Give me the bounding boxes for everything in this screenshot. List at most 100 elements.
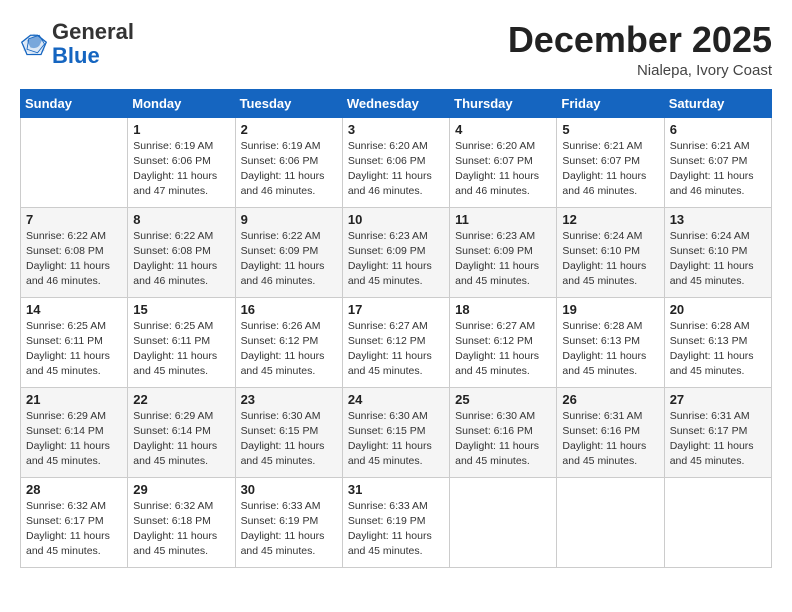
calendar-cell: 2 Sunrise: 6:19 AM Sunset: 6:06 PM Daylig… xyxy=(235,117,342,207)
day-number: 29 xyxy=(133,482,229,497)
logo-blue-text: Blue xyxy=(52,43,100,68)
day-number: 1 xyxy=(133,122,229,137)
weekday-header-thursday: Thursday xyxy=(450,89,557,117)
calendar-cell xyxy=(450,477,557,567)
calendar-cell: 7 Sunrise: 6:22 AM Sunset: 6:08 PM Daylig… xyxy=(21,207,128,297)
day-info: Sunrise: 6:30 AM Sunset: 6:16 PM Dayligh… xyxy=(455,409,551,470)
day-info: Sunrise: 6:21 AM Sunset: 6:07 PM Dayligh… xyxy=(562,139,658,200)
calendar-cell: 16 Sunrise: 6:26 AM Sunset: 6:12 PM Dayli… xyxy=(235,297,342,387)
day-info: Sunrise: 6:31 AM Sunset: 6:16 PM Dayligh… xyxy=(562,409,658,470)
day-info: Sunrise: 6:32 AM Sunset: 6:17 PM Dayligh… xyxy=(26,499,122,560)
day-info: Sunrise: 6:33 AM Sunset: 6:19 PM Dayligh… xyxy=(348,499,444,560)
day-info: Sunrise: 6:22 AM Sunset: 6:08 PM Dayligh… xyxy=(133,229,229,290)
day-number: 18 xyxy=(455,302,551,317)
weekday-header-monday: Monday xyxy=(128,89,235,117)
day-number: 9 xyxy=(241,212,337,227)
day-number: 4 xyxy=(455,122,551,137)
calendar-cell: 3Sunrise: 6:20 AM Sunset: 6:06 PM Daylig… xyxy=(342,117,449,207)
day-number: 25 xyxy=(455,392,551,407)
day-info: Sunrise: 6:27 AM Sunset: 6:12 PM Dayligh… xyxy=(348,319,444,380)
day-info: Sunrise: 6:28 AM Sunset: 6:13 PM Dayligh… xyxy=(562,319,658,380)
calendar-cell: 23 Sunrise: 6:30 AM Sunset: 6:15 PM Dayli… xyxy=(235,387,342,477)
day-info: Sunrise: 6:20 AM Sunset: 6:07 PM Dayligh… xyxy=(455,139,551,200)
day-number: 15 xyxy=(133,302,229,317)
logo-icon xyxy=(20,30,48,58)
calendar-cell: 21 Sunrise: 6:29 AM Sunset: 6:14 PM Dayli… xyxy=(21,387,128,477)
calendar-cell: 30Sunrise: 6:33 AM Sunset: 6:19 PM Dayli… xyxy=(235,477,342,567)
day-info: Sunrise: 6:19 AM Sunset: 6:06 PM Dayligh… xyxy=(241,139,337,200)
day-info: Sunrise: 6:25 AM Sunset: 6:11 PM Dayligh… xyxy=(26,319,122,380)
calendar-cell: 15 Sunrise: 6:25 AM Sunset: 6:11 PM Dayli… xyxy=(128,297,235,387)
calendar-cell: 27 Sunrise: 6:31 AM Sunset: 6:17 PM Dayli… xyxy=(664,387,771,477)
day-number: 14 xyxy=(26,302,122,317)
day-number: 6 xyxy=(670,122,766,137)
calendar-cell: 8Sunrise: 6:22 AM Sunset: 6:08 PM Daylig… xyxy=(128,207,235,297)
day-info: Sunrise: 6:21 AM Sunset: 6:07 PM Dayligh… xyxy=(670,139,766,200)
day-number: 7 xyxy=(26,212,122,227)
day-info: Sunrise: 6:24 AM Sunset: 6:10 PM Dayligh… xyxy=(562,229,658,290)
title-block: December 2025 Nialepa, Ivory Coast xyxy=(508,20,772,79)
calendar-week-row: 28 Sunrise: 6:32 AM Sunset: 6:17 PM Dayli… xyxy=(21,477,772,567)
calendar-cell: 6 Sunrise: 6:21 AM Sunset: 6:07 PM Daylig… xyxy=(664,117,771,207)
month-title: December 2025 xyxy=(508,20,772,60)
logo: General Blue xyxy=(20,20,134,68)
location: Nialepa, Ivory Coast xyxy=(508,62,772,79)
calendar-cell: 14 Sunrise: 6:25 AM Sunset: 6:11 PM Dayli… xyxy=(21,297,128,387)
day-number: 27 xyxy=(670,392,766,407)
day-number: 10 xyxy=(348,212,444,227)
day-info: Sunrise: 6:22 AM Sunset: 6:09 PM Dayligh… xyxy=(241,229,337,290)
day-number: 5 xyxy=(562,122,658,137)
calendar-cell: 5 Sunrise: 6:21 AM Sunset: 6:07 PM Daylig… xyxy=(557,117,664,207)
day-number: 28 xyxy=(26,482,122,497)
day-number: 30 xyxy=(241,482,337,497)
day-number: 11 xyxy=(455,212,551,227)
day-info: Sunrise: 6:32 AM Sunset: 6:18 PM Dayligh… xyxy=(133,499,229,560)
weekday-header-sunday: Sunday xyxy=(21,89,128,117)
day-info: Sunrise: 6:30 AM Sunset: 6:15 PM Dayligh… xyxy=(348,409,444,470)
weekday-header-friday: Friday xyxy=(557,89,664,117)
calendar-cell: 29 Sunrise: 6:32 AM Sunset: 6:18 PM Dayli… xyxy=(128,477,235,567)
day-info: Sunrise: 6:28 AM Sunset: 6:13 PM Dayligh… xyxy=(670,319,766,380)
weekday-header-tuesday: Tuesday xyxy=(235,89,342,117)
weekday-header-saturday: Saturday xyxy=(664,89,771,117)
day-number: 23 xyxy=(241,392,337,407)
day-info: Sunrise: 6:31 AM Sunset: 6:17 PM Dayligh… xyxy=(670,409,766,470)
logo-general-text: General xyxy=(52,19,134,44)
day-info: Sunrise: 6:29 AM Sunset: 6:14 PM Dayligh… xyxy=(133,409,229,470)
calendar-cell: 19Sunrise: 6:28 AM Sunset: 6:13 PM Dayli… xyxy=(557,297,664,387)
calendar-cell: 12 Sunrise: 6:24 AM Sunset: 6:10 PM Dayli… xyxy=(557,207,664,297)
day-number: 13 xyxy=(670,212,766,227)
day-number: 26 xyxy=(562,392,658,407)
day-number: 2 xyxy=(241,122,337,137)
calendar-cell: 13 Sunrise: 6:24 AM Sunset: 6:10 PM Dayli… xyxy=(664,207,771,297)
day-info: Sunrise: 6:29 AM Sunset: 6:14 PM Dayligh… xyxy=(26,409,122,470)
day-number: 31 xyxy=(348,482,444,497)
day-info: Sunrise: 6:27 AM Sunset: 6:12 PM Dayligh… xyxy=(455,319,551,380)
day-info: Sunrise: 6:26 AM Sunset: 6:12 PM Dayligh… xyxy=(241,319,337,380)
calendar-cell: 18 Sunrise: 6:27 AM Sunset: 6:12 PM Dayli… xyxy=(450,297,557,387)
day-info: Sunrise: 6:22 AM Sunset: 6:08 PM Dayligh… xyxy=(26,229,122,290)
day-info: Sunrise: 6:23 AM Sunset: 6:09 PM Dayligh… xyxy=(348,229,444,290)
day-number: 24 xyxy=(348,392,444,407)
calendar-cell xyxy=(21,117,128,207)
calendar-cell: 25 Sunrise: 6:30 AM Sunset: 6:16 PM Dayli… xyxy=(450,387,557,477)
calendar-cell: 24 Sunrise: 6:30 AM Sunset: 6:15 PM Dayli… xyxy=(342,387,449,477)
day-info: Sunrise: 6:25 AM Sunset: 6:11 PM Dayligh… xyxy=(133,319,229,380)
day-number: 17 xyxy=(348,302,444,317)
weekday-header-wednesday: Wednesday xyxy=(342,89,449,117)
day-number: 12 xyxy=(562,212,658,227)
calendar-cell: 22Sunrise: 6:29 AM Sunset: 6:14 PM Dayli… xyxy=(128,387,235,477)
day-number: 20 xyxy=(670,302,766,317)
weekday-header-row: SundayMondayTuesdayWednesdayThursdayFrid… xyxy=(21,89,772,117)
calendar-table: SundayMondayTuesdayWednesdayThursdayFrid… xyxy=(20,89,772,568)
day-info: Sunrise: 6:23 AM Sunset: 6:09 PM Dayligh… xyxy=(455,229,551,290)
day-number: 16 xyxy=(241,302,337,317)
day-number: 21 xyxy=(26,392,122,407)
day-info: Sunrise: 6:24 AM Sunset: 6:10 PM Dayligh… xyxy=(670,229,766,290)
calendar-cell: 1Sunrise: 6:19 AM Sunset: 6:06 PM Daylig… xyxy=(128,117,235,207)
day-info: Sunrise: 6:20 AM Sunset: 6:06 PM Dayligh… xyxy=(348,139,444,200)
page-header: General Blue December 2025 Nialepa, Ivor… xyxy=(20,20,772,79)
day-info: Sunrise: 6:30 AM Sunset: 6:15 PM Dayligh… xyxy=(241,409,337,470)
calendar-week-row: 14 Sunrise: 6:25 AM Sunset: 6:11 PM Dayli… xyxy=(21,297,772,387)
calendar-week-row: 1 Sunrise: 6:19 AM Sunset: 6:06 PM Daylig… xyxy=(21,117,772,207)
